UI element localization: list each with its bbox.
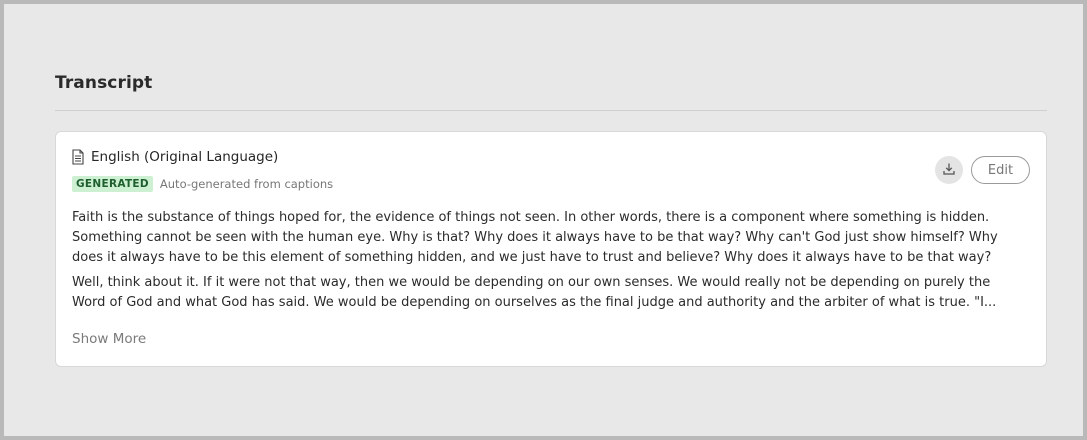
section-divider — [55, 110, 1047, 111]
section-title: Transcript — [55, 73, 153, 93]
transcript-paragraph: Faith is the substance of things hoped f… — [72, 210, 998, 265]
download-icon — [942, 161, 956, 180]
transcript-body: Faith is the substance of things hoped f… — [72, 208, 1027, 318]
document-icon — [72, 149, 84, 165]
meta-row: GENERATED Auto-generated from captions — [72, 176, 333, 192]
download-button[interactable] — [935, 156, 963, 184]
source-note: Auto-generated from captions — [159, 177, 334, 191]
show-more-link[interactable]: Show More — [72, 331, 146, 347]
language-label: English (Original Language) — [91, 149, 279, 165]
transcript-paragraph: Well, think about it. If it were not tha… — [72, 275, 997, 310]
transcript-card: English (Original Language) GENERATED Au… — [55, 131, 1047, 367]
edit-button[interactable]: Edit — [971, 156, 1030, 184]
generated-badge: GENERATED — [72, 176, 153, 192]
language-row: English (Original Language) — [72, 149, 278, 165]
page-frame: Transcript English (Original Language) G… — [0, 0, 1087, 440]
